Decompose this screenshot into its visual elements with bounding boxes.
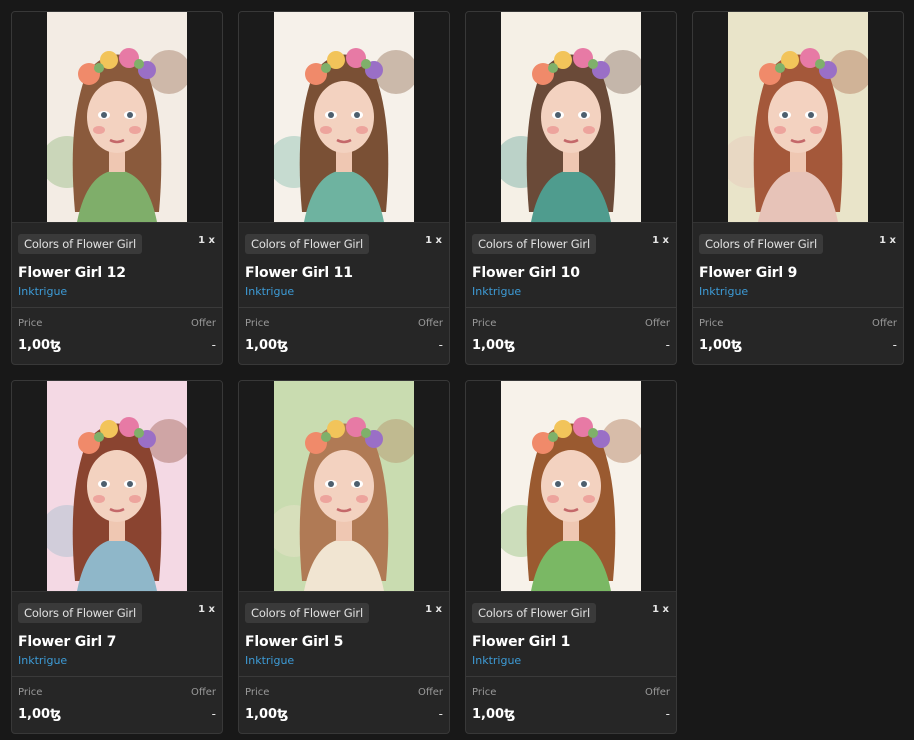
creator-link[interactable]: Inktrigue [18, 285, 216, 298]
price-label: Price [245, 687, 270, 698]
price-value: 1,00ꜩ [699, 338, 743, 353]
edition-quantity: 1 x [652, 604, 669, 615]
offer-label: Offer [417, 318, 443, 329]
price-label: Price [18, 318, 43, 329]
collection-badge[interactable]: Colors of Flower Girl [472, 234, 596, 254]
offer-value: - [665, 338, 670, 352]
edition-quantity: 1 x [425, 235, 442, 246]
offer-value: - [438, 707, 443, 721]
creator-link[interactable]: Inktrigue [245, 654, 443, 667]
offer-value: - [211, 707, 216, 721]
card-thumbnail[interactable] [239, 381, 449, 592]
offer-label: Offer [190, 318, 216, 329]
price-label: Price [472, 318, 497, 329]
nft-card[interactable]: Colors of Flower Girl 1 x Flower Girl 11… [238, 11, 450, 365]
token-name[interactable]: Flower Girl 5 [245, 634, 443, 650]
creator-link[interactable]: Inktrigue [472, 654, 670, 667]
artwork-image[interactable] [274, 381, 414, 591]
artwork-image[interactable] [47, 381, 187, 591]
price-label: Price [699, 318, 724, 329]
creator-link[interactable]: Inktrigue [18, 654, 216, 667]
artwork-image[interactable] [501, 381, 641, 591]
artwork-image[interactable] [728, 12, 868, 222]
artwork-image[interactable] [47, 12, 187, 222]
nft-card[interactable]: Colors of Flower Girl 1 x Flower Girl 1 … [465, 380, 677, 734]
offer-label: Offer [190, 687, 216, 698]
price-label: Price [245, 318, 270, 329]
collection-badge[interactable]: Colors of Flower Girl [699, 234, 823, 254]
offer-label: Offer [644, 687, 670, 698]
nft-card[interactable]: Colors of Flower Girl 1 x Flower Girl 7 … [11, 380, 223, 734]
collection-badge[interactable]: Colors of Flower Girl [245, 234, 369, 254]
nft-card[interactable]: Colors of Flower Girl 1 x Flower Girl 5 … [238, 380, 450, 734]
price-value: 1,00ꜩ [472, 707, 516, 722]
token-name[interactable]: Flower Girl 7 [18, 634, 216, 650]
token-name[interactable]: Flower Girl 9 [699, 265, 897, 281]
edition-quantity: 1 x [198, 235, 215, 246]
nft-card[interactable]: Colors of Flower Girl 1 x Flower Girl 10… [465, 11, 677, 365]
creator-link[interactable]: Inktrigue [472, 285, 670, 298]
price-value: 1,00ꜩ [472, 338, 516, 353]
artwork-image[interactable] [274, 12, 414, 222]
card-thumbnail[interactable] [12, 381, 222, 592]
collection-badge[interactable]: Colors of Flower Girl [245, 603, 369, 623]
card-thumbnail[interactable] [466, 12, 676, 223]
card-thumbnail[interactable] [693, 12, 903, 223]
edition-quantity: 1 x [425, 604, 442, 615]
offer-label: Offer [417, 687, 443, 698]
collection-badge[interactable]: Colors of Flower Girl [18, 603, 142, 623]
card-thumbnail[interactable] [12, 12, 222, 223]
edition-quantity: 1 x [879, 235, 896, 246]
token-name[interactable]: Flower Girl 1 [472, 634, 670, 650]
price-value: 1,00ꜩ [245, 707, 289, 722]
offer-value: - [665, 707, 670, 721]
edition-quantity: 1 x [652, 235, 669, 246]
offer-value: - [438, 338, 443, 352]
token-name[interactable]: Flower Girl 11 [245, 265, 443, 281]
edition-quantity: 1 x [198, 604, 215, 615]
creator-link[interactable]: Inktrigue [245, 285, 443, 298]
nft-card[interactable]: Colors of Flower Girl 1 x Flower Girl 9 … [692, 11, 904, 365]
price-value: 1,00ꜩ [18, 338, 62, 353]
collection-badge[interactable]: Colors of Flower Girl [18, 234, 142, 254]
offer-value: - [892, 338, 897, 352]
nft-card-grid: Colors of Flower Girl 1 x Flower Girl 12… [11, 11, 904, 734]
token-name[interactable]: Flower Girl 10 [472, 265, 670, 281]
offer-value: - [211, 338, 216, 352]
price-label: Price [472, 687, 497, 698]
artwork-image[interactable] [501, 12, 641, 222]
card-thumbnail[interactable] [466, 381, 676, 592]
token-name[interactable]: Flower Girl 12 [18, 265, 216, 281]
creator-link[interactable]: Inktrigue [699, 285, 897, 298]
price-value: 1,00ꜩ [18, 707, 62, 722]
price-label: Price [18, 687, 43, 698]
collection-badge[interactable]: Colors of Flower Girl [472, 603, 596, 623]
price-value: 1,00ꜩ [245, 338, 289, 353]
offer-label: Offer [871, 318, 897, 329]
card-thumbnail[interactable] [239, 12, 449, 223]
nft-card[interactable]: Colors of Flower Girl 1 x Flower Girl 12… [11, 11, 223, 365]
offer-label: Offer [644, 318, 670, 329]
